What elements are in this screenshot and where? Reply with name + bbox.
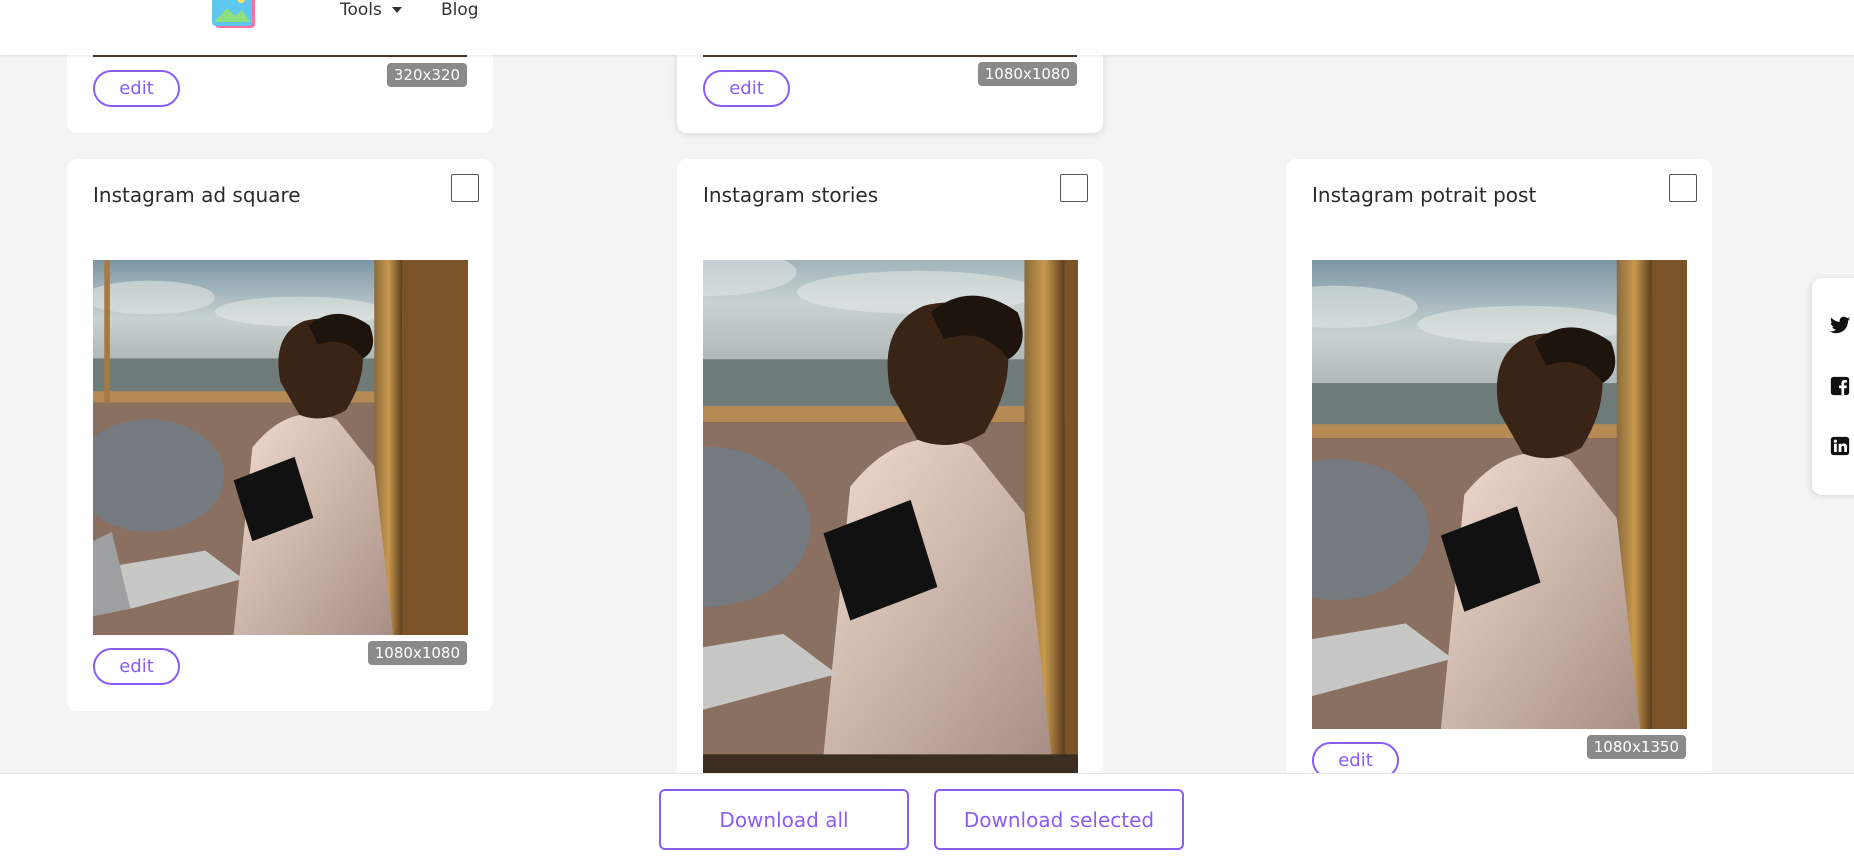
share-sidebar	[1812, 278, 1854, 495]
select-checkbox[interactable]	[1060, 174, 1088, 202]
download-selected-button[interactable]: Download selected	[934, 789, 1184, 850]
caret-down-icon	[391, 7, 402, 13]
linkedin-icon[interactable]	[1829, 435, 1851, 457]
size-badge: 320x320	[386, 63, 467, 87]
select-checkbox[interactable]	[1669, 174, 1697, 202]
card-title: Instagram potrait post	[1312, 183, 1537, 207]
edit-button[interactable]: edit	[703, 70, 790, 107]
nav-tools-dropdown[interactable]: Tools	[340, 0, 402, 20]
size-badge: 1080x1080	[977, 62, 1077, 86]
photo-preview[interactable]	[93, 260, 468, 635]
select-checkbox[interactable]	[451, 174, 479, 202]
edit-button[interactable]: edit	[93, 648, 180, 685]
card-title: Instagram stories	[703, 183, 879, 207]
size-card-instagram-portrait-post: Instagram potrait post edit 1080x1350	[1286, 159, 1712, 779]
logo-icon[interactable]	[211, 0, 259, 32]
size-card-instagram-ad-square: Instagram ad square edit 1080x1080	[67, 159, 493, 711]
top-navbar: Tools Blog	[0, 0, 1854, 55]
facebook-icon[interactable]	[1829, 375, 1851, 397]
size-badge: 1080x1350	[1586, 735, 1686, 759]
photo-preview[interactable]	[703, 260, 1078, 780]
card-title: Instagram ad square	[93, 183, 301, 207]
nav-tools-label: Tools	[340, 0, 382, 20]
size-badge: 1080x1080	[367, 641, 467, 665]
size-card-instagram-stories: Instagram stories	[677, 159, 1103, 799]
download-all-button[interactable]: Download all	[659, 789, 909, 850]
photo-preview[interactable]	[1312, 260, 1687, 729]
edit-button[interactable]: edit	[93, 70, 180, 107]
bottom-action-bar: Download all Download selected	[0, 773, 1854, 859]
nav-blog-link[interactable]: Blog	[441, 0, 479, 20]
twitter-icon[interactable]	[1829, 314, 1851, 336]
